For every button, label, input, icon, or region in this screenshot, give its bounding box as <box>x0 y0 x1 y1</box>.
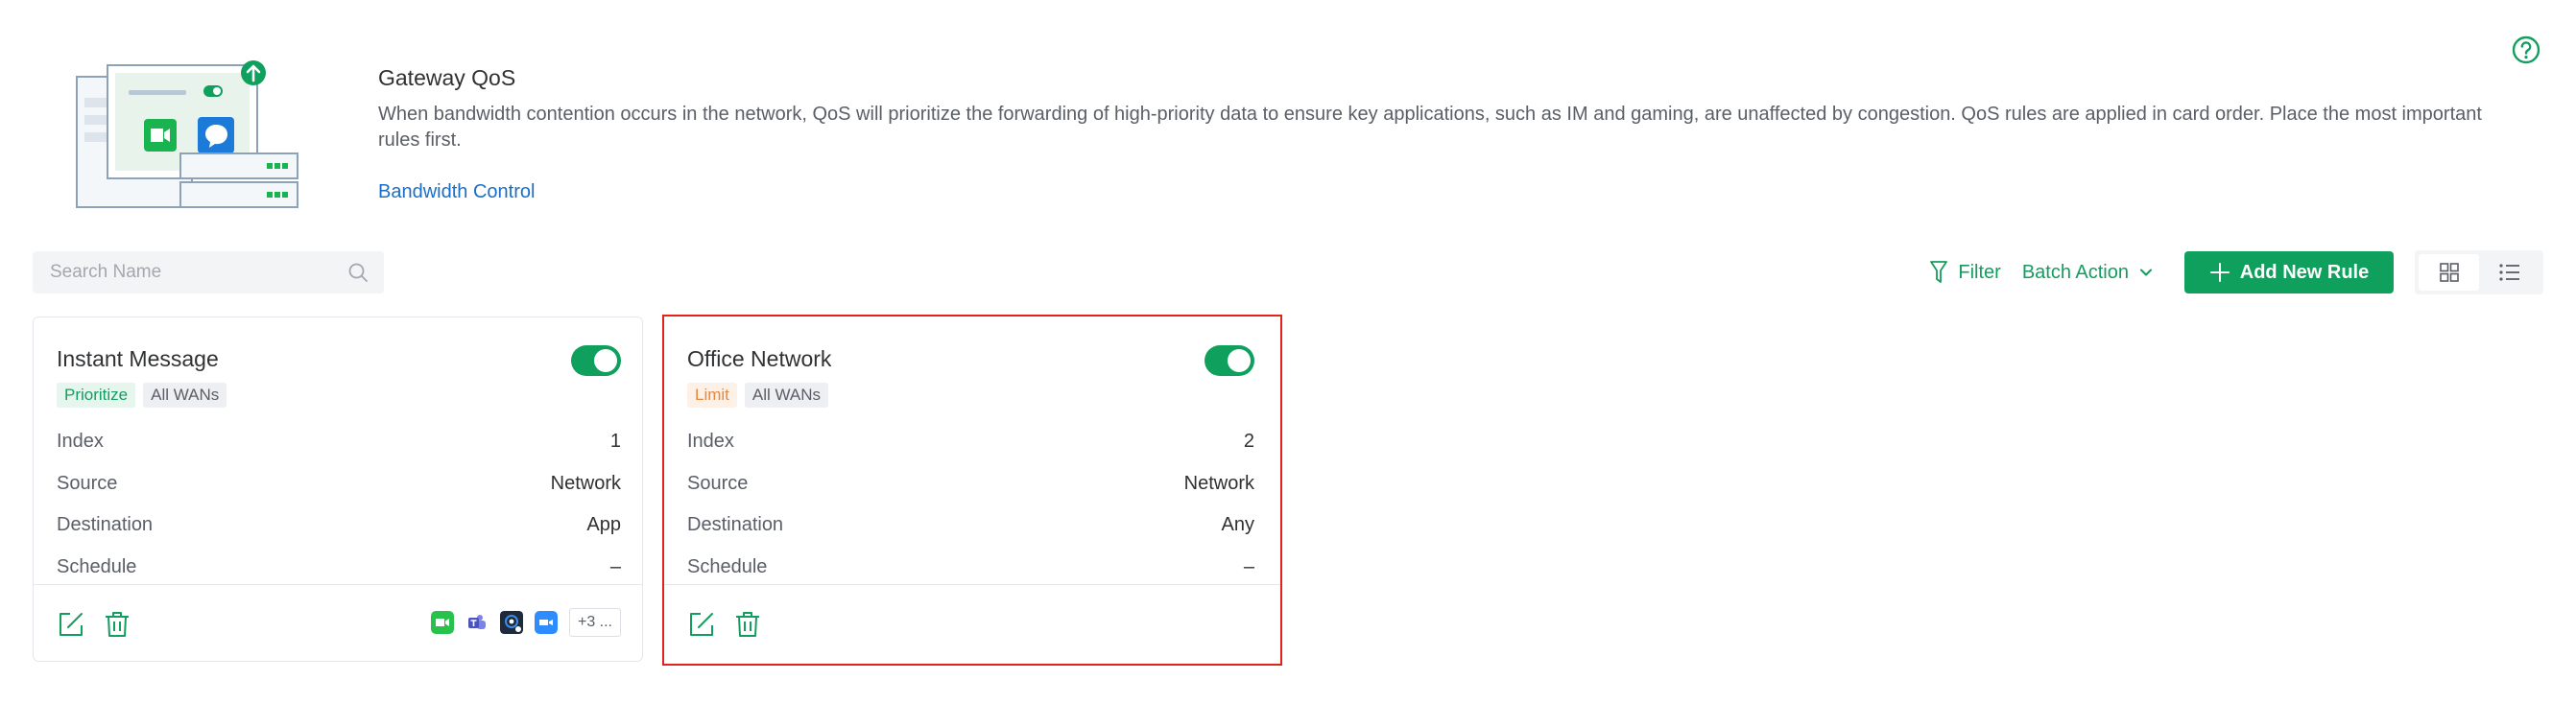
app-list: +3 ... <box>430 608 621 637</box>
detail-value: – <box>1243 555 1254 577</box>
help-icon[interactable] <box>2511 35 2541 65</box>
detail-row: Source Network <box>57 463 621 505</box>
qos-illustration <box>76 60 298 208</box>
page-title: Gateway QoS <box>378 65 516 90</box>
bandwidth-control-link[interactable]: Bandwidth Control <box>378 181 535 203</box>
rule-card-office-network[interactable]: Office Network Limit All WANs Index 2 So… <box>662 315 1282 666</box>
wan-tag: All WANs <box>143 383 227 408</box>
add-new-rule-button[interactable]: Add New Rule <box>2184 251 2394 293</box>
detail-row: Source Network <box>687 463 1254 505</box>
page-description: When bandwidth contention occurs in the … <box>378 104 2482 151</box>
detail-value: 2 <box>1243 431 1254 452</box>
detail-value: Network <box>1183 472 1254 494</box>
card-tags: Limit All WANs <box>687 383 836 408</box>
search-input[interactable] <box>50 251 338 293</box>
detail-row: Index 2 <box>687 421 1254 463</box>
chevron-down-icon <box>2140 269 2152 276</box>
plus-icon <box>2209 263 2230 282</box>
filter-button[interactable]: Filter <box>1929 260 2001 285</box>
detail-key: Source <box>57 472 118 494</box>
rule-enable-toggle[interactable] <box>571 345 621 376</box>
edit-icon[interactable] <box>57 610 85 639</box>
add-new-rule-label: Add New Rule <box>2239 261 2370 283</box>
detail-key: Schedule <box>57 555 137 577</box>
detail-key: Index <box>57 431 104 452</box>
filter-icon <box>1930 261 1948 283</box>
wan-tag: All WANs <box>744 383 829 408</box>
facetime-icon <box>430 611 454 634</box>
toolbar-actions: Filter Batch Action Add New Rule <box>1929 250 2543 294</box>
card-footer: +3 ... <box>34 584 642 661</box>
limit-tag: Limit <box>687 383 737 408</box>
delete-icon[interactable] <box>733 610 762 639</box>
signal-icon <box>499 611 523 634</box>
view-toggle <box>2415 250 2543 294</box>
toggle-knob <box>1228 349 1251 372</box>
detail-row: Index 1 <box>57 421 621 463</box>
detail-key: Schedule <box>687 555 768 577</box>
edit-icon[interactable] <box>687 610 716 639</box>
search-box <box>33 251 384 293</box>
rule-enable-toggle[interactable] <box>1205 345 1254 376</box>
grid-view-button[interactable] <box>2419 254 2479 291</box>
detail-value: – <box>609 555 621 577</box>
card-title: Office Network <box>687 346 832 371</box>
list-view-icon <box>2498 264 2519 281</box>
detail-value: Network <box>550 472 621 494</box>
batch-action-label: Batch Action <box>2021 261 2129 283</box>
detail-value: App <box>586 514 621 535</box>
card-tags: Prioritize All WANs <box>57 383 234 408</box>
detail-row: Schedule – <box>57 547 621 589</box>
card-title: Instant Message <box>57 346 219 371</box>
card-footer <box>664 584 1280 661</box>
detail-value: Any <box>1221 514 1254 535</box>
detail-key: Destination <box>687 514 784 535</box>
batch-action-dropdown[interactable]: Batch Action <box>2022 262 2154 284</box>
detail-row: Destination App <box>57 504 621 547</box>
search-icon[interactable] <box>347 262 369 283</box>
more-apps-badge[interactable]: +3 ... <box>568 608 621 637</box>
rule-card-instant-message[interactable]: Instant Message Prioritize All WANs Inde… <box>33 317 643 662</box>
toggle-knob <box>594 349 617 372</box>
priority-tag: Prioritize <box>57 383 136 408</box>
delete-icon[interactable] <box>103 610 131 639</box>
detail-row: Destination Any <box>687 504 1254 547</box>
grid-view-icon <box>2439 263 2459 282</box>
detail-key: Index <box>687 431 734 452</box>
filter-label: Filter <box>1958 261 2001 283</box>
teams-icon <box>467 615 486 629</box>
intro-section: Gateway QoS When bandwidth contention oc… <box>378 63 2528 203</box>
zoom-icon <box>534 611 558 634</box>
detail-key: Destination <box>57 514 154 535</box>
detail-key: Source <box>687 472 749 494</box>
list-view-button[interactable] <box>2479 254 2540 291</box>
detail-row: Schedule – <box>687 547 1254 589</box>
card-details: Index 2 Source Network Destination Any S… <box>687 421 1254 588</box>
card-details: Index 1 Source Network Destination App S… <box>57 421 621 588</box>
detail-value: 1 <box>609 431 621 452</box>
toolbar: Filter Batch Action Add New Rule <box>33 250 2543 294</box>
